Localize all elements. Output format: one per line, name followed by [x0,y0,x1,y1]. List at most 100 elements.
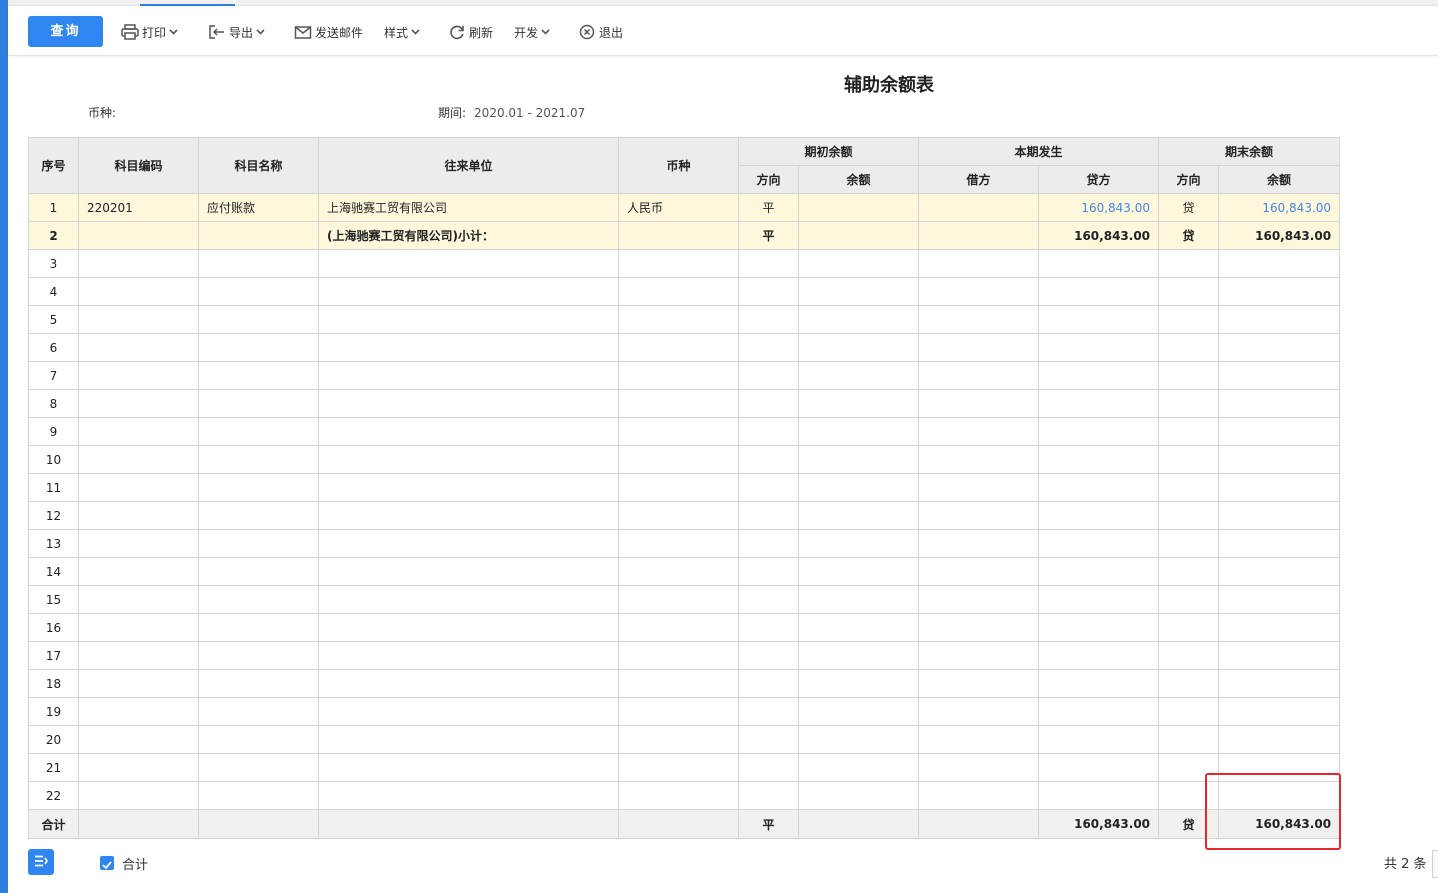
table-cell[interactable] [797,613,920,642]
table-cell[interactable] [78,585,199,614]
table-row[interactable]: 6 [28,333,1341,362]
table-cell[interactable] [918,445,1040,474]
table-cell[interactable] [738,305,799,334]
table-cell[interactable] [918,725,1040,754]
table-cell[interactable] [78,249,199,278]
table-cell[interactable] [738,445,799,474]
table-cell[interactable] [1218,333,1341,362]
cell-account-name[interactable] [198,221,319,250]
table-cell[interactable] [78,305,199,334]
table-cell[interactable] [318,333,619,362]
cell-closing-amount-link[interactable]: 160,843.00 [1218,193,1341,222]
table-row[interactable]: 22 [28,781,1341,810]
style-button[interactable]: 样式 [384,19,420,45]
table-cell[interactable] [1218,445,1341,474]
table-cell[interactable] [318,613,619,642]
table-cell[interactable] [1038,529,1160,558]
header-account-name[interactable]: 科目名称 [198,137,319,194]
table-cell[interactable] [1218,473,1341,502]
table-cell[interactable] [918,389,1040,418]
query-button[interactable]: 查询 [28,16,103,47]
table-cell[interactable] [918,249,1040,278]
cell-seq[interactable]: 13 [28,529,79,558]
table-cell[interactable] [1158,361,1220,390]
cell-seq[interactable]: 18 [28,669,79,698]
table-row[interactable]: 4 [28,277,1341,306]
table-cell[interactable] [797,585,920,614]
table-cell[interactable] [1158,473,1220,502]
table-cell[interactable] [78,333,199,362]
table-cell[interactable] [1158,305,1220,334]
table-cell[interactable] [618,557,739,586]
table-cell[interactable] [1038,445,1160,474]
table-cell[interactable] [738,473,799,502]
table-cell[interactable] [797,333,920,362]
table-cell[interactable] [1218,585,1341,614]
table-cell[interactable] [198,669,319,698]
cell-debit[interactable] [918,221,1040,250]
table-cell[interactable] [318,417,619,446]
table-cell[interactable] [78,557,199,586]
header-partner[interactable]: 往来单位 [318,137,619,194]
table-cell[interactable] [1038,417,1160,446]
header-closing-amount[interactable]: 余额 [1218,165,1341,194]
header-credit[interactable]: 贷方 [1038,165,1160,194]
table-cell[interactable] [198,697,319,726]
table-cell[interactable] [1218,529,1341,558]
table-row[interactable]: 1 220201 应付账款 上海驰赛工贸有限公司 人民币 平 160,843.0… [28,193,1341,222]
table-cell[interactable] [797,557,920,586]
table-cell[interactable] [1038,669,1160,698]
table-cell[interactable] [318,781,619,810]
column-settings-button[interactable] [28,849,54,875]
table-cell[interactable] [797,389,920,418]
table-cell[interactable] [618,641,739,670]
table-cell[interactable] [618,753,739,782]
table-cell[interactable] [797,277,920,306]
table-cell[interactable] [618,501,739,530]
cell-currency[interactable]: 人民币 [618,193,739,222]
table-cell[interactable] [918,641,1040,670]
table-cell[interactable] [618,529,739,558]
table-cell[interactable] [918,585,1040,614]
table-cell[interactable] [78,697,199,726]
table-cell[interactable] [78,725,199,754]
table-cell[interactable] [1158,529,1220,558]
table-cell[interactable] [618,417,739,446]
table-cell[interactable] [618,697,739,726]
table-cell[interactable] [1218,641,1341,670]
sum-checkbox-label[interactable]: 合计 [122,854,148,873]
table-cell[interactable] [318,641,619,670]
table-cell[interactable] [198,249,319,278]
table-cell[interactable] [797,669,920,698]
cell-seq[interactable]: 14 [28,557,79,586]
table-cell[interactable] [318,725,619,754]
table-cell[interactable] [618,249,739,278]
table-cell[interactable] [1158,641,1220,670]
table-cell[interactable] [1038,725,1160,754]
table-cell[interactable] [198,473,319,502]
table-cell[interactable] [618,389,739,418]
cell-account-code[interactable]: 220201 [78,193,199,222]
table-cell[interactable] [318,697,619,726]
subtotal-row[interactable]: 2 (上海驰赛工贸有限公司)小计： 平 160,843.00 贷 160,843… [28,221,1341,250]
table-cell[interactable] [318,249,619,278]
table-cell[interactable] [198,445,319,474]
table-cell[interactable] [1158,697,1220,726]
table-cell[interactable] [78,613,199,642]
side-panel-handle[interactable] [1432,850,1438,878]
cell-seq[interactable]: 12 [28,501,79,530]
cell-seq[interactable]: 17 [28,641,79,670]
table-cell[interactable] [198,501,319,530]
table-cell[interactable] [797,529,920,558]
table-cell[interactable] [738,249,799,278]
table-cell[interactable] [1218,277,1341,306]
table-cell[interactable] [797,753,920,782]
table-cell[interactable] [618,669,739,698]
develop-button[interactable]: 开发 [514,19,550,45]
table-cell[interactable] [797,501,920,530]
table-cell[interactable] [738,333,799,362]
table-cell[interactable] [78,669,199,698]
table-cell[interactable] [1218,557,1341,586]
table-cell[interactable] [618,333,739,362]
table-cell[interactable] [1158,249,1220,278]
